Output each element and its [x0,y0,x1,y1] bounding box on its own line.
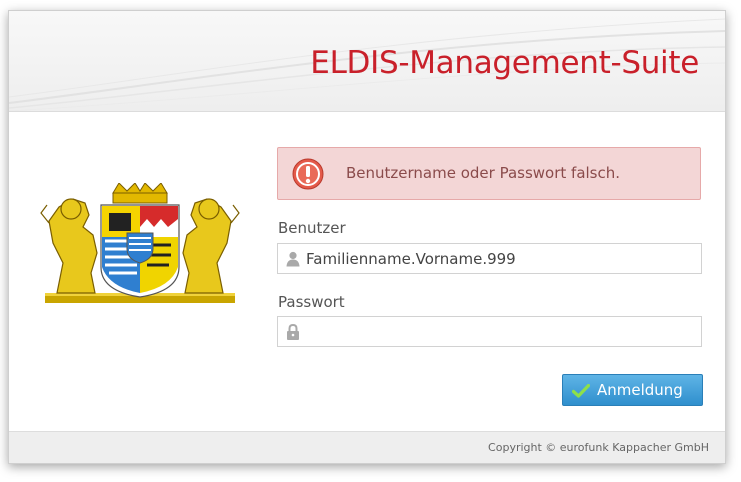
password-field[interactable] [277,316,702,347]
copyright-text: Copyright © eurofunk Kappacher GmbH [488,441,709,454]
header: ELDIS-Management-Suite [9,11,725,112]
footer: Copyright © eurofunk Kappacher GmbH [9,431,725,463]
error-alert: Benutzername oder Passwort falsch. [277,147,701,200]
exclamation-circle-icon [292,158,324,190]
username-field[interactable]: Familienname.Vorname.999 [277,243,702,274]
username-value: Familienname.Vorname.999 [306,250,516,268]
password-label: Passwort [278,293,345,311]
person-icon [286,251,300,267]
bavarian-coat-of-arms-icon [40,183,240,303]
user-label: Benutzer [278,219,346,237]
login-button-label: Anmeldung [597,381,683,399]
checkmark-icon [572,384,590,398]
app-title: ELDIS-Management-Suite [310,45,699,81]
lock-icon [287,324,299,340]
login-dialog: ELDIS-Management-Suite Benutzername oder… [8,10,726,464]
login-button[interactable]: Anmeldung [562,374,703,406]
error-message: Benutzername oder Passwort falsch. [346,164,621,182]
